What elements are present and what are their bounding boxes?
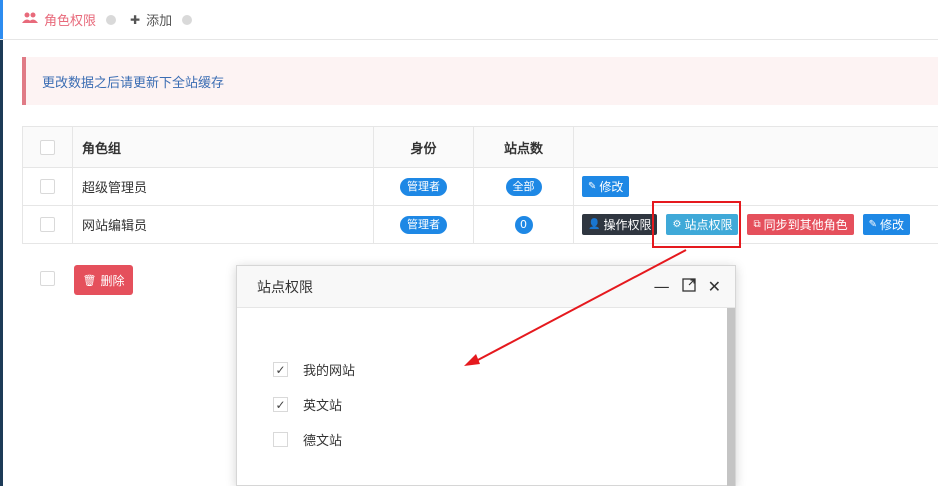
bulk-select-checkbox[interactable] [40, 271, 55, 286]
header-role-group: 角色组 [73, 127, 374, 167]
edit-button[interactable]: ✎ 修改 [582, 176, 630, 197]
edit-icon: ✎ [588, 181, 597, 192]
tab-close-dot[interactable] [182, 14, 193, 25]
tab-label: 添加 [146, 14, 173, 29]
operation-permission-button[interactable]: 👤 操作权限 [582, 214, 658, 235]
role-badge: 管理者 [400, 215, 447, 234]
tab-bar: 角色权限 ✚ 添加 [0, 0, 938, 40]
site-count-badge: 0 [514, 215, 533, 234]
maximize-icon[interactable] [681, 278, 696, 296]
tab-add[interactable]: ✚ 添加 [130, 0, 193, 40]
ops-cell: ✎ 修改 [574, 168, 938, 205]
site-option-label: 我的网站 [303, 364, 356, 379]
site-checkbox[interactable]: ✓ [273, 397, 288, 412]
sites-cell: 全部 [474, 168, 574, 205]
trash-icon: 🗑 [82, 273, 97, 287]
delete-label: 删除 [100, 273, 125, 288]
role-badge: 管理者 [400, 177, 447, 196]
site-option-label: 德文站 [303, 434, 343, 449]
site-permission-modal: 站点权限 — ✕ ✓ 我的网站 ✓ 英文站 德文站 [236, 265, 736, 486]
site-option[interactable]: 德文站 [273, 430, 342, 449]
tab-label: 角色权限 [44, 14, 97, 29]
edit-button[interactable]: ✎ 修改 [862, 214, 911, 235]
role-cell: 管理者 [374, 168, 474, 205]
sites-cell: 0 [474, 206, 574, 243]
site-checkbox[interactable]: ✓ [273, 362, 288, 377]
row-check-cell [22, 206, 73, 243]
alert-text: 更改数据之后请更新下全站缓存 [42, 75, 225, 91]
ops-label: 操作权限 [603, 218, 652, 232]
edit-icon: ✎ [868, 219, 877, 230]
site-count-badge: 全部 [505, 177, 542, 196]
delete-button[interactable]: 🗑 删除 [74, 265, 133, 295]
select-all-cell [22, 127, 73, 167]
modal-scrollbar[interactable] [727, 308, 735, 486]
minimize-icon[interactable]: — [654, 278, 670, 296]
table-row: 网站编辑员 管理者 0 👤 操作权限 ⚙ 站点权限 ⧉ 同步到其他角色 ✎ 修改 [22, 206, 938, 244]
table-header: 角色组 身份 站点数 [22, 127, 938, 168]
row-check-cell [22, 168, 73, 205]
roles-table: 角色组 身份 站点数 超级管理员 管理者 全部 ✎ 修改 网站编辑员 管理者 0 … [22, 126, 938, 244]
user-icon: 👤 [588, 219, 601, 230]
site-option-label: 英文站 [303, 399, 343, 414]
header-site-count: 站点数 [474, 127, 574, 167]
sync-to-other-roles-button[interactable]: ⧉ 同步到其他角色 [747, 214, 854, 235]
modal-title: 站点权限 [257, 279, 313, 296]
left-sidebar-edge [0, 0, 3, 486]
row-checkbox[interactable] [40, 179, 55, 194]
modal-controls: — ✕ [654, 278, 721, 296]
site-checkbox[interactable] [273, 432, 288, 447]
edit-label: 修改 [599, 180, 624, 194]
close-icon[interactable]: ✕ [708, 278, 721, 296]
cache-alert: 更改数据之后请更新下全站缓存 [22, 57, 938, 105]
header-operations [574, 127, 938, 167]
header-identity: 身份 [374, 127, 474, 167]
modal-body: ✓ 我的网站 ✓ 英文站 德文站 [237, 308, 735, 486]
copy-icon: ⧉ [753, 219, 761, 230]
role-name: 网站编辑员 [73, 206, 374, 243]
tab-role-permissions[interactable]: 角色权限 [22, 0, 117, 40]
role-name: 超级管理员 [73, 168, 374, 205]
select-all-checkbox[interactable] [40, 139, 55, 155]
ops-cell: 👤 操作权限 ⚙ 站点权限 ⧉ 同步到其他角色 ✎ 修改 [574, 206, 938, 243]
sync-label: 同步到其他角色 [763, 218, 848, 232]
plus-icon: ✚ [130, 12, 141, 27]
edit-label: 修改 [880, 218, 905, 232]
annotation-highlight-box [652, 201, 741, 248]
site-option[interactable]: ✓ 英文站 [273, 395, 342, 414]
site-option[interactable]: ✓ 我的网站 [273, 360, 355, 379]
table-row: 超级管理员 管理者 全部 ✎ 修改 [22, 168, 938, 206]
row-checkbox[interactable] [40, 217, 55, 232]
users-icon [22, 12, 38, 27]
role-cell: 管理者 [374, 206, 474, 243]
tab-close-dot[interactable] [106, 14, 117, 25]
